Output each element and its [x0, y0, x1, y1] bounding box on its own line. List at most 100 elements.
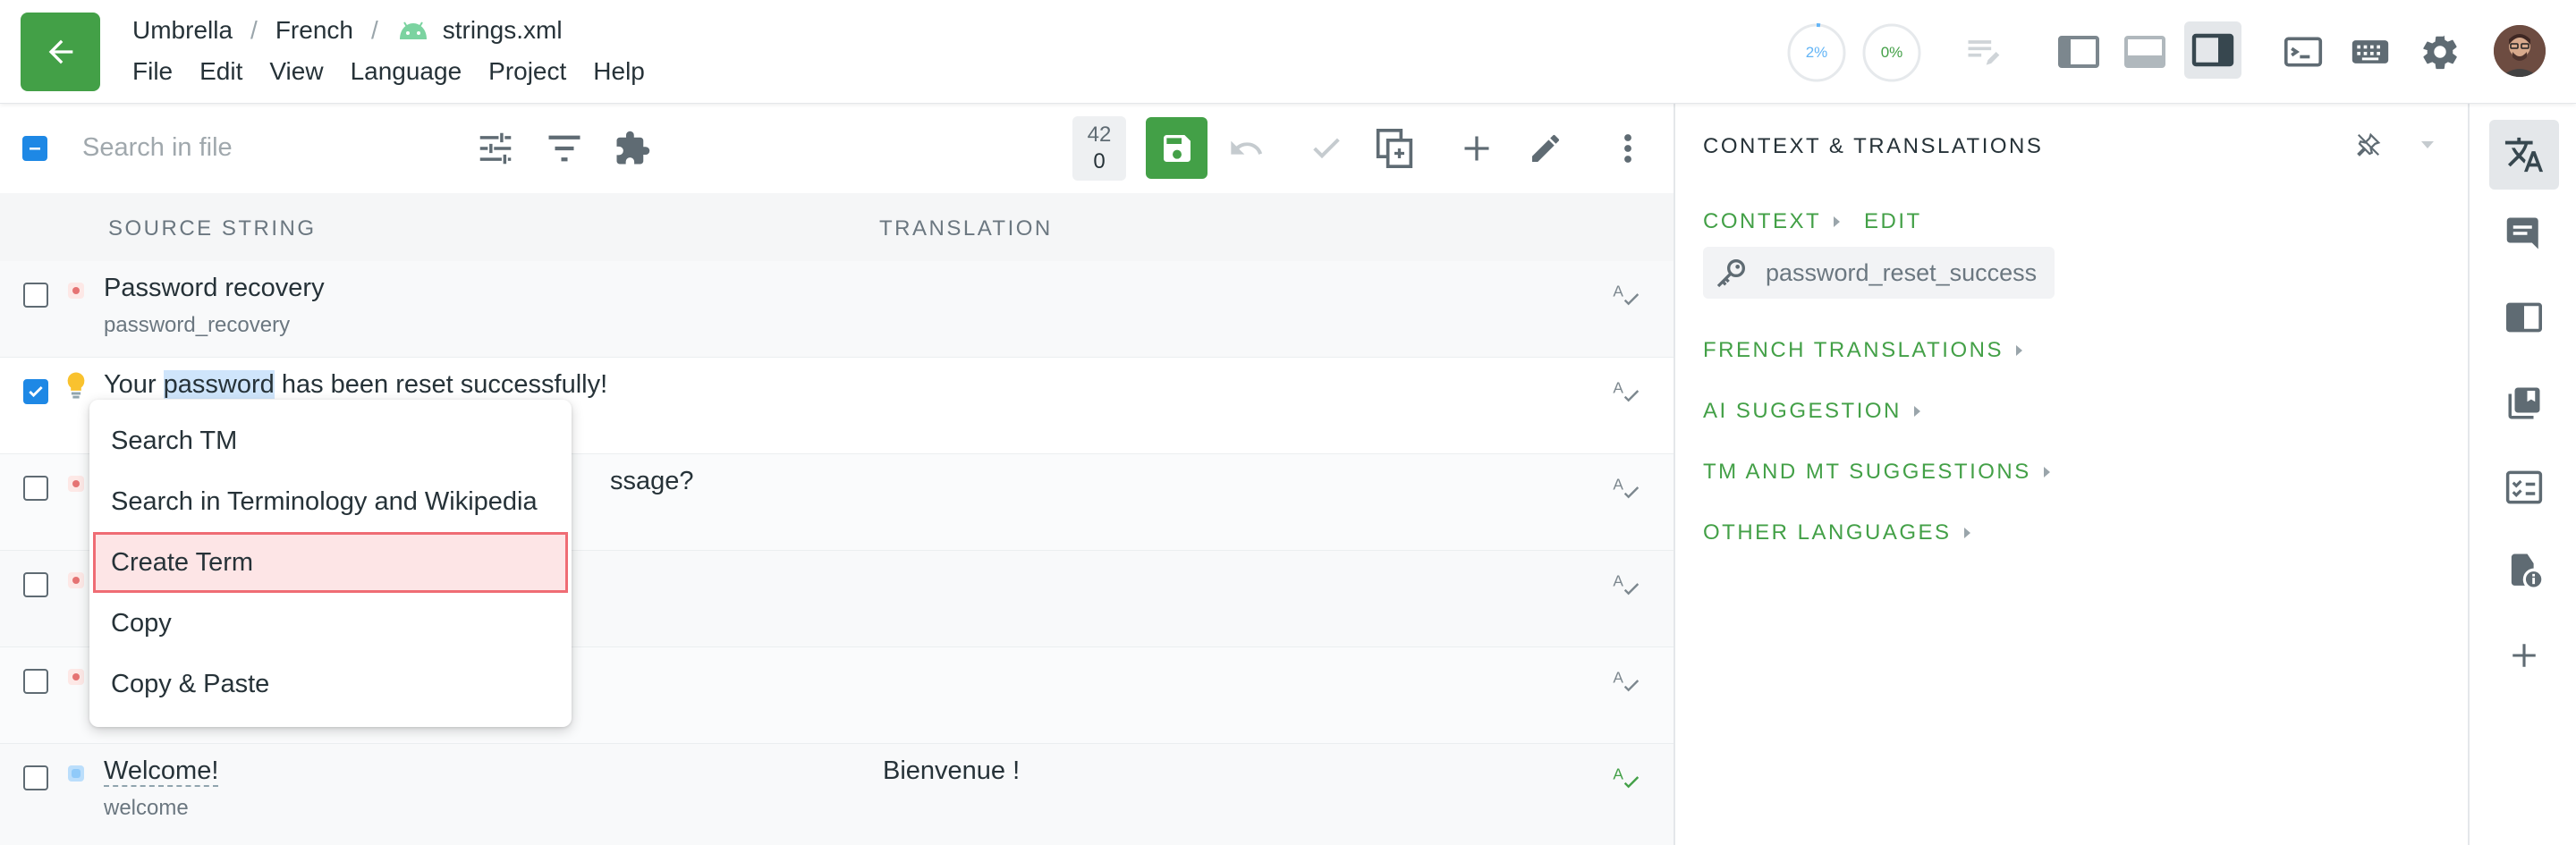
spellcheck-icon: A — [1612, 570, 1640, 597]
pin-off-icon[interactable] — [2351, 127, 2386, 163]
row-checkbox[interactable] — [23, 669, 48, 694]
glossary-book-icon[interactable] — [2489, 283, 2559, 352]
untranslated-status-icon — [68, 476, 84, 492]
row-checkbox[interactable] — [23, 765, 48, 790]
untranslated-status-icon — [68, 669, 84, 685]
selected-word: password — [163, 370, 275, 399]
qa-checklist-icon[interactable] — [2489, 452, 2559, 522]
search-input[interactable] — [82, 127, 440, 168]
translate-icon[interactable] — [2489, 120, 2559, 190]
untranslated-status-icon — [68, 572, 84, 588]
menu-item-create-term[interactable]: Create Term — [93, 532, 568, 593]
translation-progress[interactable]: 2% — [1786, 22, 1847, 83]
layout-bottom-panel-icon[interactable] — [2116, 23, 2174, 80]
menu-project[interactable]: Project — [488, 57, 566, 86]
caret-right-icon — [2015, 345, 2022, 356]
library-books-icon[interactable] — [2489, 368, 2559, 438]
spellcheck-icon: A — [1612, 474, 1640, 501]
breadcrumb: Umbrella / French / strings.xml — [132, 14, 563, 46]
translated-status-icon — [68, 765, 84, 782]
context-section-toggle[interactable]: CONTEXT — [1703, 209, 1841, 234]
row-checkbox[interactable] — [23, 379, 48, 404]
plus-icon[interactable] — [1455, 127, 1498, 170]
comments-icon[interactable] — [2489, 199, 2559, 268]
row-checkbox[interactable] — [23, 476, 48, 501]
context-menu: Search TM Search in Terminology and Wiki… — [89, 400, 572, 727]
spellcheck-icon: A — [1612, 377, 1640, 404]
sliders-icon[interactable] — [474, 129, 517, 168]
source-string: Password recovery — [104, 274, 325, 302]
edit-context-link[interactable]: EDIT — [1864, 209, 1922, 234]
check-icon[interactable] — [1305, 127, 1348, 170]
key-icon — [1716, 259, 1745, 288]
ai-suggestion-toggle[interactable]: AI SUGGESTION — [1703, 399, 1920, 424]
table-header: SOURCE STRING TRANSLATION — [0, 193, 1674, 261]
more-vert-icon[interactable] — [1606, 127, 1649, 170]
section-label: AI SUGGESTION — [1703, 399, 1902, 423]
file-info-icon[interactable] — [2489, 537, 2559, 606]
filter-icon[interactable] — [543, 129, 586, 168]
puzzle-icon[interactable] — [611, 127, 654, 170]
caret-right-icon — [1834, 216, 1841, 227]
row-checkbox[interactable] — [23, 283, 48, 308]
save-button[interactable] — [1146, 117, 1208, 179]
tm-mt-suggestions-toggle[interactable]: TM AND MT SUGGESTIONS — [1703, 460, 2050, 485]
check-icon — [29, 385, 43, 398]
copy-source-icon[interactable] — [1373, 125, 1416, 172]
table-row[interactable]: Password recovery password_recovery A — [0, 261, 1674, 358]
svg-text:A: A — [1613, 572, 1623, 590]
source-text-before: Your — [104, 370, 164, 399]
menu-item-copy-paste[interactable]: Copy & Paste — [93, 654, 568, 714]
table-row[interactable]: Welcome! welcome Bienvenue ! A — [0, 744, 1674, 845]
french-translations-toggle[interactable]: FRENCH TRANSLATIONS — [1703, 338, 2022, 363]
breadcrumb-separator: / — [250, 16, 258, 44]
breadcrumb-file[interactable]: strings.xml — [443, 16, 563, 45]
back-button[interactable] — [21, 13, 100, 91]
menu-help[interactable]: Help — [593, 57, 645, 86]
top-bar: Umbrella / French / strings.xml File Edi… — [0, 0, 2576, 104]
menu-language[interactable]: Language — [351, 57, 462, 86]
caret-right-icon — [1963, 528, 1970, 538]
add-panel-icon[interactable] — [2489, 621, 2559, 690]
menu-item-search-tm[interactable]: Search TM — [93, 410, 568, 471]
user-avatar[interactable] — [2494, 25, 2546, 77]
svg-text:A: A — [1613, 476, 1623, 494]
lightbulb-icon — [64, 370, 88, 401]
approval-progress[interactable]: 0% — [1861, 22, 1922, 83]
source-column-header: SOURCE STRING — [108, 216, 317, 241]
select-all-checkbox[interactable] — [22, 136, 47, 161]
spellcheck-ok-icon: A — [1612, 764, 1640, 790]
section-label: TM AND MT SUGGESTIONS — [1703, 460, 2031, 484]
menu-view[interactable]: View — [269, 57, 323, 86]
android-icon — [396, 20, 430, 41]
layout-sidebar-left-icon[interactable] — [2050, 23, 2107, 80]
spellcheck-icon: A — [1612, 281, 1640, 308]
row-checkbox[interactable] — [23, 572, 48, 597]
source-text: Welcome! — [104, 756, 219, 787]
section-label: FRENCH TRANSLATIONS — [1703, 338, 2004, 362]
pencil-icon[interactable] — [1524, 127, 1567, 170]
chevron-down-icon[interactable] — [2415, 132, 2440, 157]
menu-item-search-terminology[interactable]: Search in Terminology and Wikipedia — [93, 471, 568, 532]
menu-edit[interactable]: Edit — [199, 57, 242, 86]
svg-text:A: A — [1613, 669, 1623, 687]
undo-icon[interactable] — [1224, 127, 1267, 170]
other-languages-toggle[interactable]: OTHER LANGUAGES — [1703, 520, 1970, 545]
panel-divider[interactable] — [1674, 104, 1675, 845]
terminal-icon[interactable] — [2275, 23, 2332, 80]
source-string: Welcome! — [104, 756, 219, 787]
approval-progress-label: 0% — [1880, 44, 1903, 61]
source-string-tail: ssage? — [610, 467, 694, 495]
caret-right-icon — [1913, 406, 1920, 417]
gear-icon[interactable] — [2411, 23, 2469, 80]
svg-text:A: A — [1613, 379, 1623, 397]
menu-file[interactable]: File — [132, 57, 173, 86]
keyboard-icon[interactable] — [2342, 23, 2399, 80]
notes-edit-icon[interactable] — [1954, 23, 2012, 80]
menu-item-copy[interactable]: Copy — [93, 593, 568, 654]
breadcrumb-project[interactable]: Umbrella — [132, 16, 233, 45]
string-key-chip[interactable]: password_reset_success — [1703, 247, 2055, 299]
source-text-after: has been reset successfully! — [274, 370, 608, 399]
breadcrumb-language[interactable]: French — [275, 16, 353, 45]
layout-sidebar-right-icon[interactable] — [2184, 21, 2241, 79]
